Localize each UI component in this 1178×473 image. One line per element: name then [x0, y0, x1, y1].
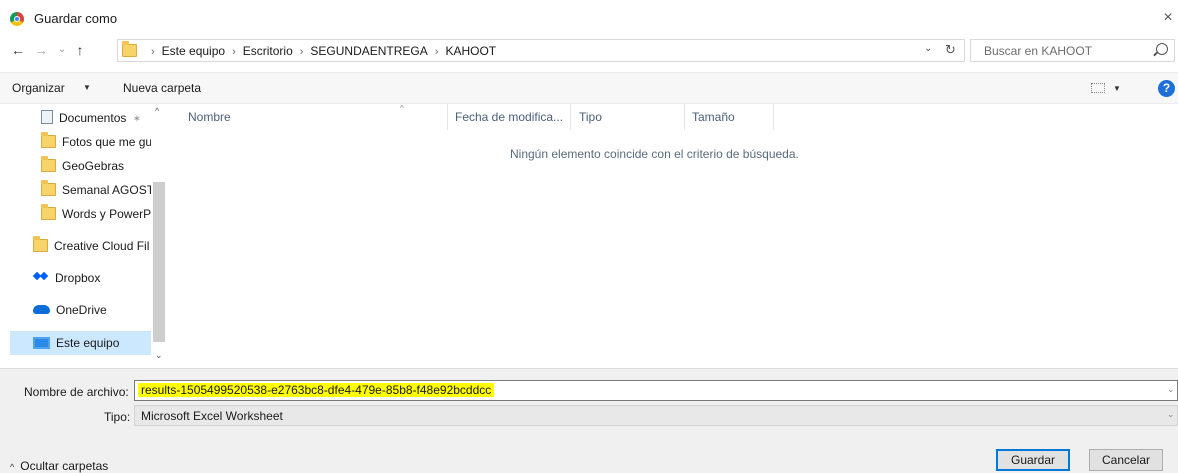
scrollbar-thumb[interactable] — [153, 182, 165, 342]
command-bar: Organizar ▼ Nueva carpeta ▼ ? — [0, 72, 1178, 104]
organize-button[interactable]: Organizar — [12, 81, 65, 95]
column-header-row: Nombre ^ Fecha de modifica... Tipo Tamañ… — [176, 104, 776, 130]
dropbox-icon — [33, 271, 49, 283]
sidebar-item-este-equipo[interactable]: Este equipo — [10, 331, 151, 355]
folder-icon — [41, 156, 56, 172]
sidebar-item-words[interactable]: Words y PowerP — [41, 202, 151, 226]
back-button[interactable]: ← — [10, 40, 26, 60]
breadcrumb-separator[interactable]: › — [300, 46, 304, 58]
chevron-down-icon[interactable]: ▼ — [83, 83, 91, 92]
file-type-label: Tipo: — [104, 410, 131, 424]
forward-button[interactable]: → — [33, 40, 49, 60]
sidebar-item-creative-cloud[interactable]: Creative Cloud Fil — [33, 234, 151, 258]
sidebar-item-fotos[interactable]: Fotos que me gu — [41, 130, 151, 154]
folder-icon — [41, 180, 56, 196]
up-folder-button[interactable]: ↑ — [72, 40, 88, 60]
folder-icon — [33, 236, 48, 252]
folder-icon — [41, 204, 56, 220]
search-icon[interactable] — [1156, 43, 1168, 55]
column-size[interactable]: Tamaño — [692, 110, 735, 124]
sidebar-item-documentos[interactable]: Documentos ✶ — [41, 106, 151, 130]
save-button[interactable]: Guardar — [996, 449, 1070, 471]
view-options-icon[interactable] — [1091, 83, 1105, 93]
sidebar-item-label: GeoGebras — [62, 159, 125, 173]
filename-field[interactable]: results-1505499520538-e2763bc8-dfe4-479e… — [134, 380, 1178, 401]
folder-icon — [122, 41, 137, 57]
scroll-up-icon[interactable]: ^ — [155, 106, 159, 116]
onedrive-icon — [33, 305, 50, 314]
sidebar-item-label: Words y PowerP — [62, 207, 151, 221]
sidebar-item-label: Dropbox — [55, 271, 101, 285]
save-options-panel: Nombre de archivo: results-1505499520538… — [0, 368, 1178, 473]
search-input[interactable]: Buscar en KAHOOT — [970, 39, 1175, 62]
folder-icon — [41, 132, 56, 148]
help-icon[interactable]: ? — [1158, 80, 1175, 97]
sort-ascending-icon: ^ — [400, 104, 404, 113]
chrome-icon — [10, 12, 24, 26]
sidebar-item-dropbox[interactable]: Dropbox — [33, 266, 151, 290]
close-button[interactable]: × — [1158, 8, 1178, 28]
column-divider[interactable] — [684, 104, 685, 130]
hide-folders-toggle[interactable]: ^ Ocultar carpetas — [10, 459, 108, 473]
hide-folders-label: Ocultar carpetas — [20, 459, 109, 473]
address-dropdown-icon[interactable]: ⌄ — [924, 43, 932, 54]
sidebar-item-geogebras[interactable]: GeoGebras — [41, 154, 151, 178]
breadcrumb: › Este equipo › Escritorio › SEGUNDAENTREGA › K… — [144, 44, 496, 58]
filename-value[interactable]: results-1505499520538-e2763bc8-dfe4-479e… — [138, 383, 495, 397]
pin-icon: ✶ — [132, 114, 142, 125]
title-bar: Guardar como × — [0, 0, 1178, 38]
address-bar[interactable]: › Este equipo › Escritorio › SEGUNDAENTREGA › K… — [117, 39, 965, 62]
chevron-down-icon[interactable]: ⌄ — [1167, 384, 1175, 395]
recent-locations-icon[interactable]: ⌄ — [54, 40, 70, 60]
sidebar-item-semanal[interactable]: Semanal AGOST — [41, 178, 151, 202]
column-name[interactable]: Nombre — [188, 110, 231, 124]
cancel-button[interactable]: Cancelar — [1089, 449, 1163, 471]
chevron-down-icon[interactable]: ⌄ — [1167, 409, 1175, 420]
breadcrumb-item-kahoot[interactable]: KAHOOT — [445, 44, 496, 58]
chevron-up-icon: ^ — [10, 462, 15, 472]
refresh-icon[interactable]: ↻ — [945, 42, 956, 58]
breadcrumb-separator: › — [151, 46, 155, 58]
column-date-modified[interactable]: Fecha de modifica... — [455, 110, 563, 124]
navigation-pane[interactable]: Documentos ✶ Fotos que me gu GeoGebras S… — [0, 104, 166, 367]
window-title: Guardar como — [34, 11, 118, 26]
sidebar-item-label: Documentos — [59, 111, 127, 125]
chevron-down-icon[interactable]: ▼ — [1113, 84, 1121, 93]
new-folder-button[interactable]: Nueva carpeta — [123, 81, 201, 95]
sidebar-item-onedrive[interactable]: OneDrive — [33, 298, 151, 322]
breadcrumb-item-escritorio[interactable]: Escritorio — [243, 44, 293, 58]
sidebar-item-label: Este equipo — [56, 336, 120, 350]
file-type-select[interactable]: Microsoft Excel Worksheet ⌄ — [134, 405, 1178, 426]
filename-label: Nombre de archivo: — [24, 385, 129, 399]
scroll-down-icon[interactable]: ⌄ — [155, 350, 163, 361]
search-placeholder: Buscar en KAHOOT — [984, 44, 1093, 58]
breadcrumb-item-segundaentrega[interactable]: SEGUNDAENTREGA — [310, 44, 427, 58]
column-type[interactable]: Tipo — [579, 110, 602, 124]
breadcrumb-separator[interactable]: › — [435, 46, 439, 58]
breadcrumb-separator[interactable]: › — [232, 46, 236, 58]
sidebar-item-label: Creative Cloud Fil — [54, 239, 150, 253]
column-divider[interactable] — [570, 104, 571, 130]
sidebar-item-label: Fotos que me gu — [62, 135, 151, 149]
sidebar-item-label: OneDrive — [56, 303, 107, 317]
breadcrumb-item-este-equipo[interactable]: Este equipo — [162, 44, 225, 58]
column-divider[interactable] — [447, 104, 448, 130]
empty-folder-message: Ningún elemento coincide con el criterio… — [510, 147, 799, 161]
sidebar-item-label: Semanal AGOST — [62, 183, 151, 197]
file-type-value: Microsoft Excel Worksheet — [141, 409, 283, 423]
computer-icon — [33, 337, 50, 349]
document-icon — [41, 110, 53, 124]
column-divider[interactable] — [773, 104, 774, 130]
